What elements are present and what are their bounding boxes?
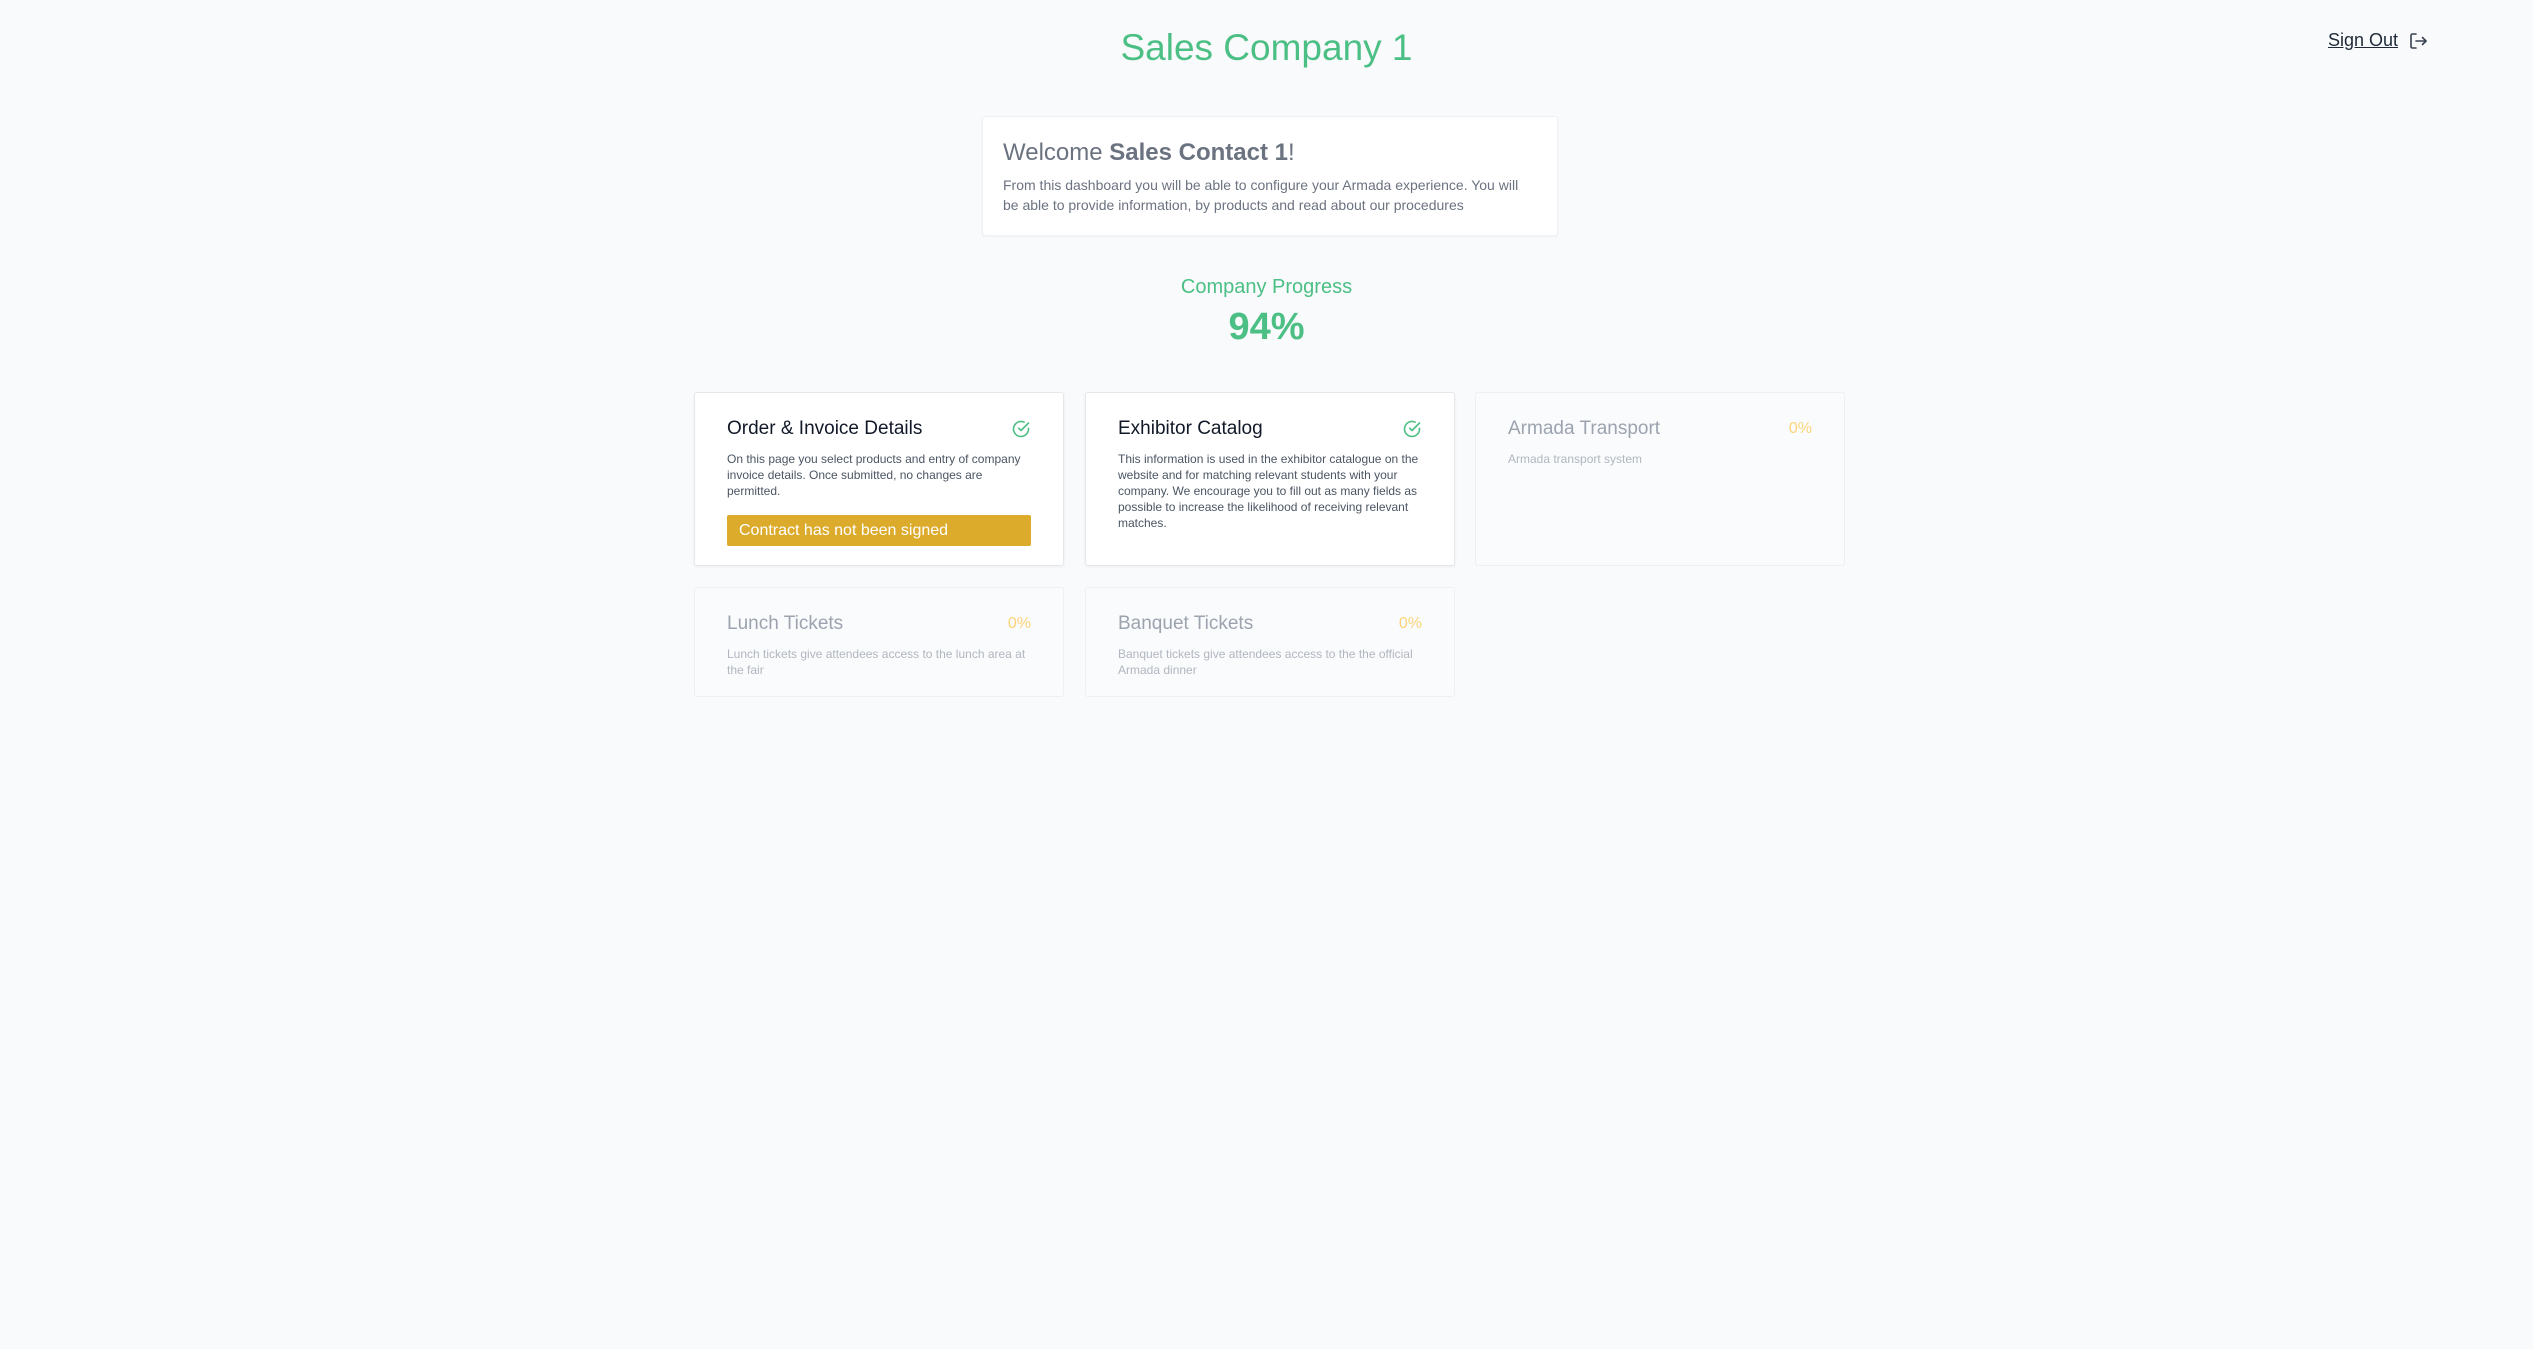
card-description: This information is used in the exhibito… bbox=[1118, 452, 1419, 530]
welcome-exclamation: ! bbox=[1288, 139, 1295, 166]
card-progress: 0% bbox=[1398, 615, 1422, 632]
card-header: Armada Transport 0% bbox=[1508, 415, 1812, 443]
company-progress-label: Company Progress bbox=[1180, 276, 1353, 298]
card-description: Banquet tickets give attendees access to… bbox=[1118, 647, 1413, 677]
company-progress-value: 94% bbox=[1228, 306, 1305, 348]
card-description: Lunch tickets give attendees access to t… bbox=[727, 647, 1026, 677]
sign-out-icon[interactable] bbox=[2408, 31, 2428, 51]
card-title: Order & Invoice Details bbox=[727, 418, 923, 439]
card-title: Armada Transport bbox=[1508, 418, 1661, 439]
card-title: Exhibitor Catalog bbox=[1118, 418, 1263, 439]
welcome-panel: Welcome Sales Contact 1! From this dashb… bbox=[982, 116, 1558, 236]
card-order-invoice[interactable]: Order & Invoice Details On this page you… bbox=[694, 392, 1064, 566]
card-banquet-tickets[interactable]: Banquet Tickets 0% Banquet tickets give … bbox=[1085, 587, 1455, 697]
card-exhibitor-catalog[interactable]: Exhibitor Catalog This information is us… bbox=[1085, 392, 1455, 566]
check-circle-icon bbox=[1012, 420, 1030, 438]
card-header: Banquet Tickets 0% bbox=[1118, 610, 1422, 638]
card-header: Order & Invoice Details bbox=[727, 415, 1031, 443]
welcome-description: From this dashboard you will be able to … bbox=[1003, 177, 1519, 213]
card-header: Lunch Tickets 0% bbox=[727, 610, 1031, 638]
card-description: Armada transport system bbox=[1508, 452, 1643, 466]
card-header: Exhibitor Catalog bbox=[1118, 415, 1422, 443]
welcome-heading: Welcome Sales Contact 1! bbox=[1003, 137, 1537, 169]
contact-name: Sales Contact 1 bbox=[1109, 139, 1288, 166]
card-armada-transport[interactable]: Armada Transport 0% Armada transport sys… bbox=[1475, 392, 1845, 566]
card-title: Lunch Tickets bbox=[727, 613, 844, 634]
welcome-greeting: Welcome bbox=[1003, 139, 1103, 166]
page-title: Sales Company 1 bbox=[1120, 27, 1413, 68]
dashboard-page: Sales Company 1 Sign Out Welcome Sales C… bbox=[0, 0, 2533, 1349]
check-circle-icon bbox=[1403, 420, 1421, 438]
card-progress: 0% bbox=[1007, 615, 1031, 632]
sign-out-label[interactable]: Sign Out bbox=[2328, 30, 2398, 51]
sign-out-button[interactable]: Sign Out bbox=[2328, 30, 2428, 51]
card-description: On this page you select products and ent… bbox=[727, 452, 1021, 498]
contract-warning-banner: Contract has not been signed bbox=[727, 515, 1031, 546]
card-title: Banquet Tickets bbox=[1118, 613, 1254, 634]
card-progress: 0% bbox=[1788, 420, 1812, 437]
card-lunch-tickets[interactable]: Lunch Tickets 0% Lunch tickets give atte… bbox=[694, 587, 1064, 697]
